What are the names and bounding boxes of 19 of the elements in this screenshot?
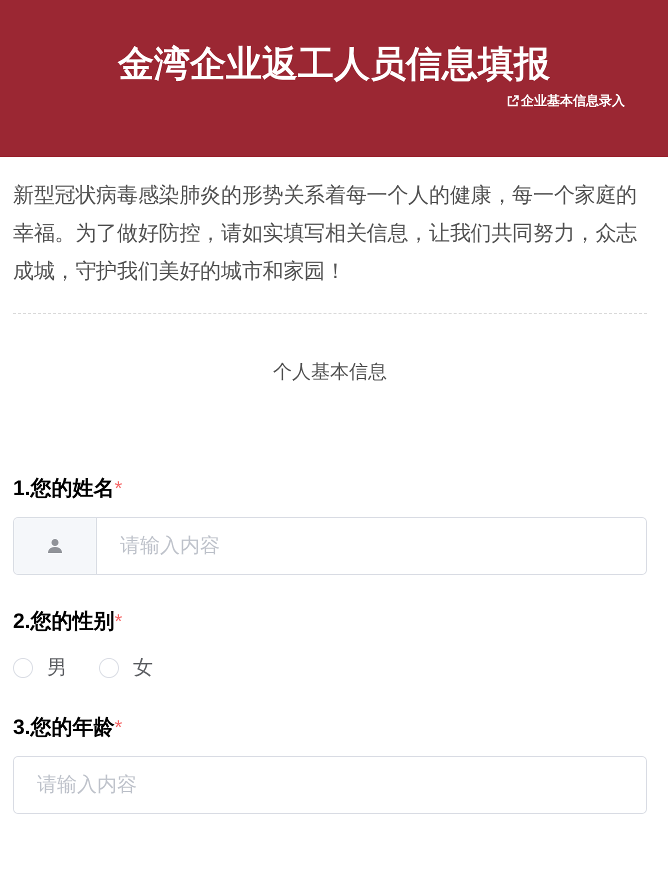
- intro-paragraph: 新型冠状病毒感染肺炎的形势关系着每一个人的健康，每一个家庭的幸福。为了做好防控，请如实填写相关信息，让我们共同努力，众志成城，守护我们美好的城市和家园！: [13, 183, 638, 285]
- external-link-icon: [507, 95, 519, 107]
- question-label: 1.您的姓名*: [13, 476, 122, 502]
- text-input[interactable]: 请输入内容: [97, 518, 646, 574]
- radio-option[interactable]: 女: [99, 654, 153, 681]
- enterprise-info-link[interactable]: 企业基本信息录入: [507, 92, 625, 110]
- radio-button[interactable]: [13, 658, 33, 678]
- page-title: 金湾企业返工人员信息填报: [116, 42, 551, 86]
- question-label: 2.您的性别*: [13, 609, 122, 635]
- required-mark: *: [114, 717, 122, 739]
- name-input-field[interactable]: 请输入内容: [13, 517, 647, 575]
- age-input-field[interactable]: 请输入内容: [13, 756, 647, 814]
- radio-button[interactable]: [99, 658, 119, 678]
- section-title: 个人基本信息: [272, 361, 388, 385]
- radio-option[interactable]: 男: [13, 654, 67, 681]
- person-icon: [47, 538, 63, 554]
- required-mark: *: [114, 611, 122, 633]
- required-mark: *: [114, 478, 122, 500]
- question-label: 3.您的年龄*: [13, 715, 122, 741]
